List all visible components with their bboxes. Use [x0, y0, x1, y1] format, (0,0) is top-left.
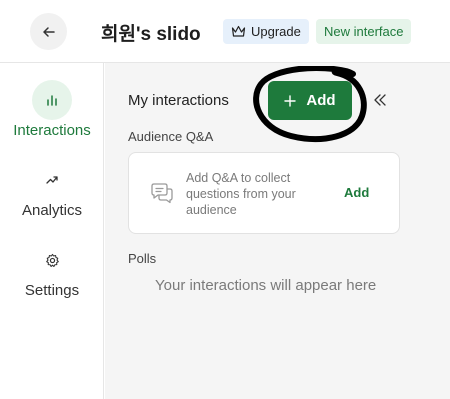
upgrade-label: Upgrade — [251, 24, 301, 39]
empty-state-text: Your interactions will appear here — [155, 277, 377, 294]
sidebar-item-label: Settings — [24, 282, 80, 299]
collapse-panel-button[interactable] — [370, 90, 390, 110]
nav-icon-container — [32, 160, 72, 200]
polls-heading: Polls — [128, 251, 157, 266]
plus-icon — [284, 94, 297, 107]
audience-qa-heading: Audience Q&A — [128, 129, 214, 144]
back-button[interactable] — [30, 13, 67, 50]
new-interface-label: New interface — [324, 24, 404, 39]
add-button-label: Add — [306, 92, 336, 109]
crown-icon — [231, 25, 246, 37]
new-interface-button[interactable]: New interface — [316, 19, 412, 44]
trend-up-icon — [46, 176, 58, 184]
nav-icon-container — [32, 80, 72, 120]
sidebar-item-label: Interactions — [13, 122, 91, 139]
sidebar-item-interactions[interactable]: Interactions — [0, 80, 104, 139]
add-interaction-button[interactable]: Add — [268, 81, 352, 120]
sidebar-item-analytics[interactable]: Analytics — [0, 160, 104, 219]
sidebar-item-settings[interactable]: Settings — [0, 240, 104, 299]
arrow-left-icon — [42, 26, 55, 37]
sidebar-item-label: Analytics — [21, 202, 83, 219]
gear-icon — [45, 253, 59, 267]
bar-chart-icon — [47, 95, 57, 106]
add-qa-link[interactable]: Add — [344, 185, 369, 200]
my-interactions-title: My interactions — [128, 92, 229, 109]
sidebar: Interactions Analytics Settings — [0, 63, 104, 399]
chat-bubbles-icon — [151, 183, 173, 204]
audience-qa-description: Add Q&A to collect questions from your a… — [186, 171, 296, 217]
top-header: 희원's slido Upgrade New interface — [0, 0, 450, 63]
chevrons-left-icon — [374, 94, 386, 106]
audience-qa-card: Add Q&A to collect questions from your a… — [128, 152, 400, 234]
nav-icon-container — [32, 240, 72, 280]
main-panel: My interactions Add Audience Q&A Add Q&A… — [105, 63, 450, 399]
upgrade-button[interactable]: Upgrade — [223, 19, 309, 44]
page-title: 희원's slido — [101, 24, 201, 45]
